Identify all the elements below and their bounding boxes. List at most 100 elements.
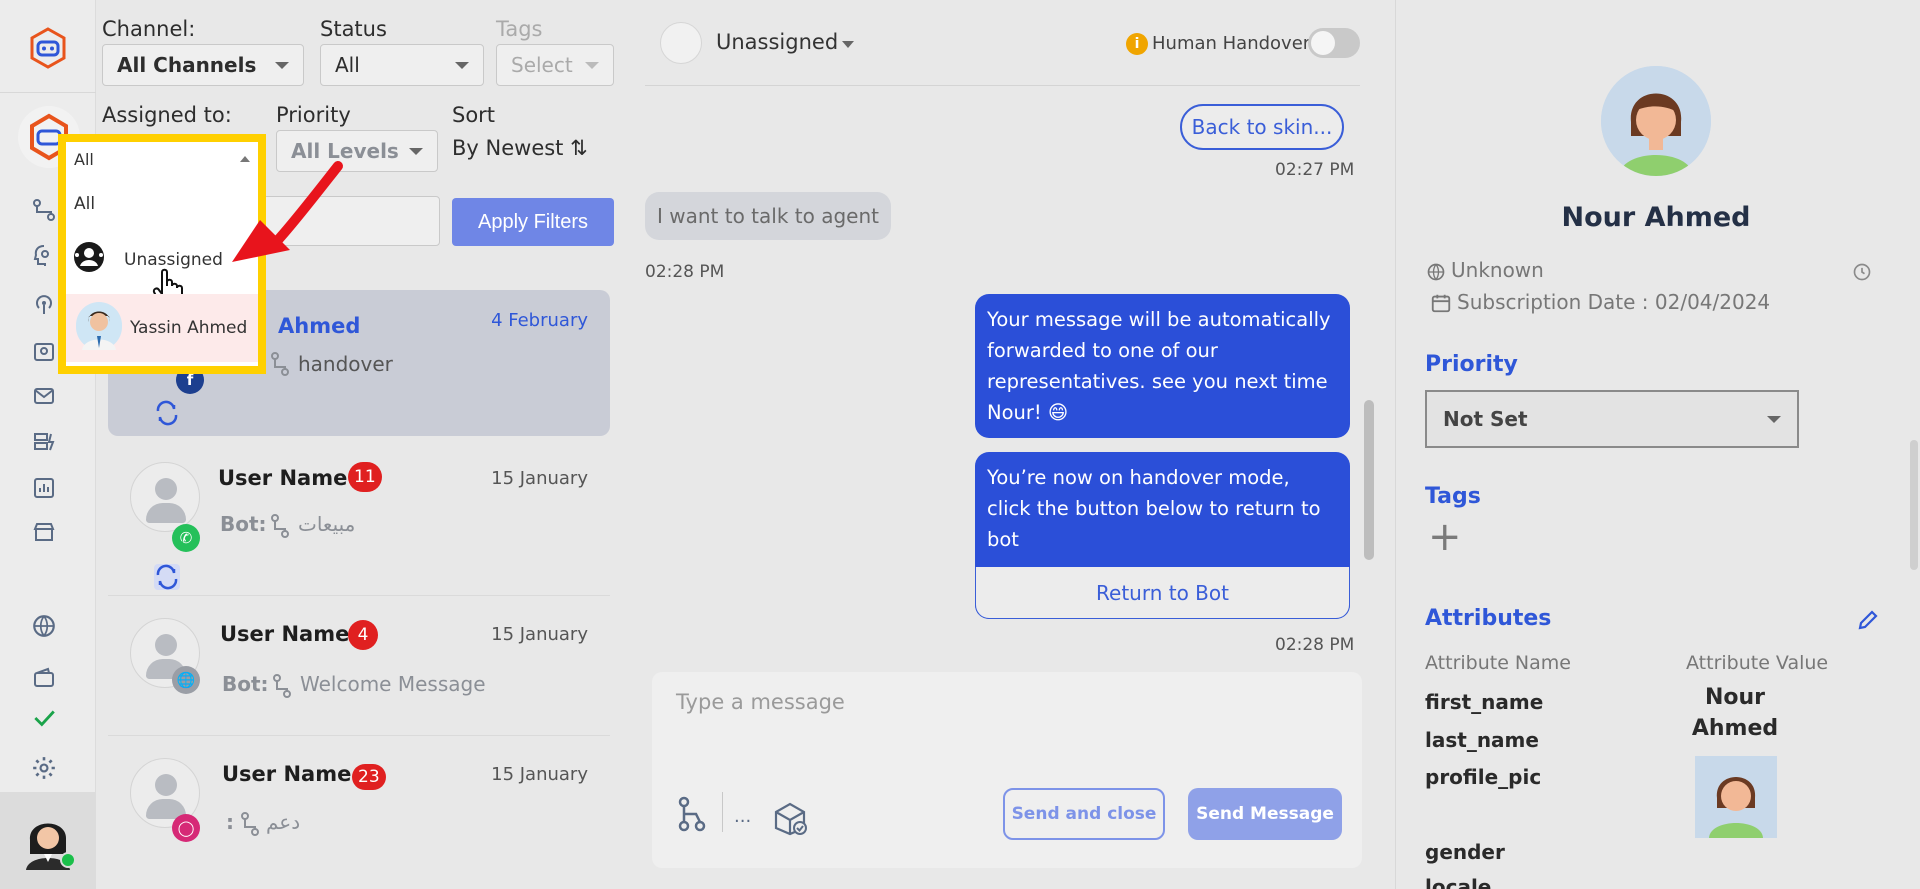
incoming-message: I want to talk to agent: [645, 192, 891, 240]
status-filter-select[interactable]: All: [320, 44, 484, 86]
assigned-filter-label: Assigned to:: [102, 103, 232, 127]
wallet-icon[interactable]: [30, 664, 58, 692]
dropdown-option-all[interactable]: All: [74, 194, 95, 214]
conversation-item[interactable]: ◯ User Name 23 15 January : دعم: [108, 742, 610, 882]
info-icon: i: [1126, 33, 1148, 55]
attr-key: gender: [1425, 840, 1505, 864]
check-icon[interactable]: [30, 704, 58, 732]
back-to-skin-button[interactable]: Back to skin...: [1180, 104, 1344, 150]
send-message-button[interactable]: Send Message: [1188, 788, 1342, 840]
human-handover-toggle[interactable]: [1308, 28, 1360, 58]
subscription-date: Subscription Date : 02/04/2024: [1457, 290, 1771, 314]
attr-key: locale: [1425, 875, 1492, 889]
dropdown-option-yassin-ahmed[interactable]: Yassin Ahmed: [130, 318, 247, 338]
tags-section-title: Tags: [1425, 484, 1481, 509]
attr-key: profile_pic: [1425, 765, 1542, 789]
human-handover-label: Human Handover: [1152, 33, 1311, 54]
flow-icon: [271, 352, 289, 376]
mail-icon[interactable]: [30, 382, 58, 410]
attr-name-header: Attribute Name: [1425, 652, 1571, 674]
priority-filter-label: Priority: [276, 103, 351, 127]
bot-message: Your message will be automatically forwa…: [975, 294, 1350, 438]
analytics-icon[interactable]: [30, 474, 58, 502]
clock-icon[interactable]: [1852, 262, 1872, 282]
contact-name: Nour Ahmed: [1561, 202, 1751, 233]
globe-icon: [1427, 263, 1445, 281]
globe-icon[interactable]: [30, 612, 58, 640]
attr-key: first_name: [1425, 690, 1544, 714]
flow-icon: [241, 812, 259, 836]
channel-filter-select[interactable]: All Channels: [102, 44, 304, 86]
contact-avatar-large: [1601, 66, 1711, 176]
message-time: 02:27 PM: [1275, 160, 1355, 180]
flow-icon[interactable]: [30, 196, 58, 224]
calendar-icon: [1431, 294, 1451, 313]
return-to-bot-button[interactable]: Return to Bot: [975, 567, 1350, 619]
apply-filters-button[interactable]: Apply Filters: [452, 198, 614, 246]
profile-scrollbar[interactable]: [1910, 440, 1918, 570]
attr-value-first-name: Nour Ahmed: [1691, 685, 1779, 741]
whatsapp-icon: ✆: [172, 524, 200, 552]
send-and-close-button[interactable]: Send and close: [1003, 788, 1165, 840]
chevron-down-icon: [1767, 415, 1781, 423]
campaign-icon[interactable]: [30, 428, 58, 456]
conversation-name: User Name: [222, 762, 352, 786]
status-filter-label: Status: [320, 17, 387, 41]
instagram-icon: ◯: [172, 814, 200, 842]
globe-channel-icon: 🌐: [172, 666, 200, 694]
app-logo-icon[interactable]: [26, 26, 70, 70]
conversation-date: 4 February: [491, 310, 588, 331]
broadcast-icon[interactable]: [30, 290, 58, 318]
composer-divider: [722, 792, 723, 832]
conversation-name: Ahmed: [278, 314, 361, 338]
attr-key: last_name: [1425, 728, 1539, 752]
dropdown-option-unassigned[interactable]: Unassigned: [124, 250, 223, 270]
chevron-down-icon: [409, 147, 423, 155]
rail-divider: [0, 92, 96, 93]
unassigned-icon: [74, 242, 104, 272]
attributes-section-title: Attributes: [1425, 606, 1552, 631]
channel-filter-label: Channel:: [102, 17, 196, 41]
conversation-prefix: :: [226, 810, 234, 834]
conversation-preview: دعم: [266, 810, 301, 834]
conversation-date: 15 January: [491, 764, 588, 785]
conversation-preview: handover: [298, 352, 393, 376]
edit-pencil-icon[interactable]: [1856, 608, 1880, 632]
chat-scrollbar[interactable]: [1364, 400, 1374, 560]
message-time: 02:28 PM: [645, 262, 725, 282]
profile-pic-thumbnail: [1695, 756, 1777, 838]
sync-icon: [156, 400, 178, 426]
conversation-date: 15 January: [491, 624, 588, 645]
contacts-icon[interactable]: [30, 338, 58, 366]
tags-filter-label: Tags: [496, 17, 543, 41]
online-status-dot: [60, 852, 76, 868]
chevron-down-icon: [455, 61, 469, 69]
conversation-preview: مبيعات: [298, 512, 356, 536]
message-time: 02:28 PM: [1275, 635, 1355, 655]
more-options-icon[interactable]: ...: [734, 806, 751, 827]
priority-section-title: Priority: [1425, 352, 1518, 377]
sort-toggle[interactable]: By Newest ⇅: [452, 136, 588, 160]
unread-badge: 11: [348, 462, 382, 492]
flow-icon[interactable]: [676, 796, 708, 832]
assignee-dropdown[interactable]: Unassigned: [716, 30, 838, 54]
yassin-avatar: [76, 302, 122, 350]
tags-filter-select[interactable]: Select: [496, 44, 614, 86]
priority-select[interactable]: Not Set: [1425, 390, 1799, 448]
conversation-item[interactable]: ✆ User Name 11 15 January Bot: مبيعات: [108, 446, 610, 596]
settings-gear-icon[interactable]: [30, 754, 58, 782]
ai-head-icon[interactable]: [30, 242, 58, 270]
conversation-item[interactable]: 🌐 User Name 4 15 January Bot: Welcome Me…: [108, 602, 610, 736]
annotation-arrow-icon: [232, 161, 343, 262]
package-icon[interactable]: [772, 800, 808, 836]
chevron-down-icon: [275, 61, 289, 69]
bot-message-text: You’re now on handover mode, click the b…: [987, 466, 1321, 551]
current-user-area[interactable]: [0, 792, 96, 889]
unread-badge: 23: [352, 764, 386, 790]
store-icon[interactable]: [30, 518, 58, 546]
add-tag-icon[interactable]: +: [1428, 514, 1462, 560]
conversation-prefix: Bot:: [222, 672, 269, 696]
attr-value-header: Attribute Value: [1686, 652, 1829, 674]
chevron-down-icon[interactable]: [842, 41, 854, 48]
flow-icon: [273, 674, 291, 698]
